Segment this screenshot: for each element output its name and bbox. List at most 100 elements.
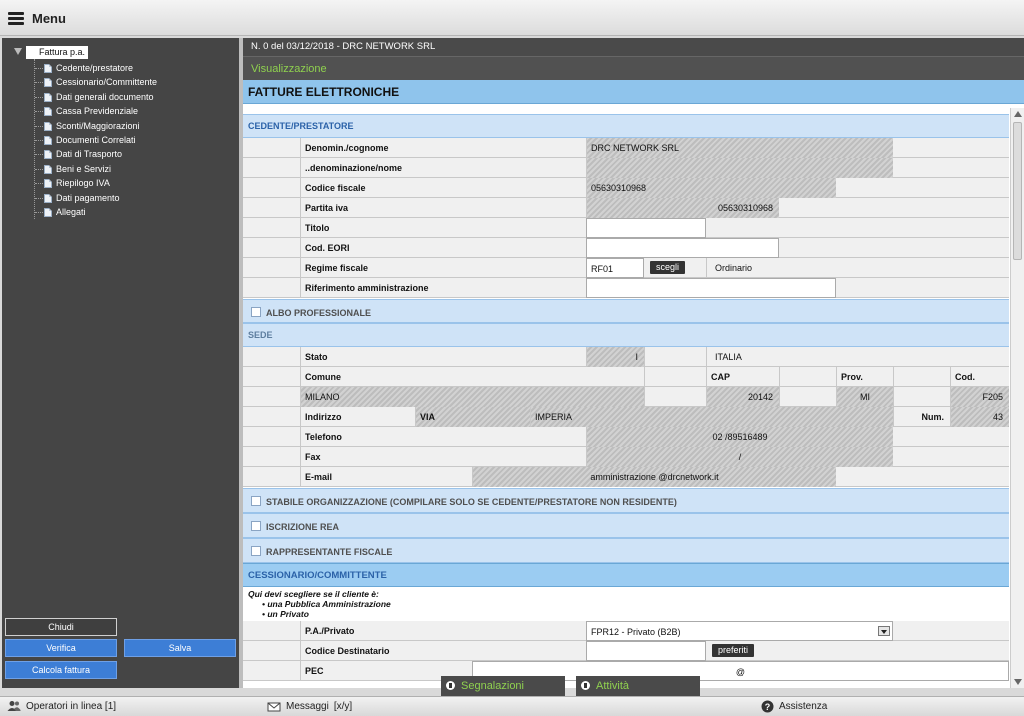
via-name-field[interactable]: IMPERIA (530, 407, 893, 427)
tree-item-cessionario[interactable]: Cessionario/Committente (35, 75, 157, 89)
salva-button[interactable]: Salva (124, 639, 236, 657)
dropdown-arrow-icon[interactable] (878, 626, 890, 636)
telefono-field[interactable]: 02 /89516489 (586, 427, 893, 447)
scroll-thumb[interactable] (1013, 122, 1022, 260)
email-row: E-mail amministrazione @drcnetwork.it (243, 467, 1009, 487)
num-field[interactable]: 43 (950, 407, 1009, 427)
stato-code-field[interactable]: I (586, 347, 644, 367)
rea-label: ISCRIZIONE REA (266, 522, 340, 532)
prov-spacer (893, 367, 950, 387)
titolo-input[interactable] (586, 218, 706, 238)
cedente-section-header: CEDENTE/PRESTATORE (243, 114, 1009, 138)
comune-field[interactable]: MILANO (300, 387, 644, 407)
cod-field[interactable]: F205 (950, 387, 1009, 407)
riferimento-input[interactable] (586, 278, 836, 298)
cedente-section-title: CEDENTE/PRESTATORE (248, 121, 354, 131)
comune-values-row: MILANO 20142 MI F205 (243, 387, 1009, 407)
document-icon (44, 207, 52, 217)
document-icon (44, 150, 52, 160)
codice-fiscale-field[interactable]: 05630310968 (586, 178, 836, 198)
document-icon (44, 78, 52, 88)
fax-label: Fax (300, 447, 586, 467)
stato-name: ITALIA (706, 347, 1006, 367)
num-label: Num. (893, 407, 950, 427)
tree-item-sconti[interactable]: Sconti/Maggiorazioni (35, 119, 157, 133)
segnalazioni-icon (446, 681, 455, 690)
messaggi[interactable]: Messaggi [x/y] (267, 700, 352, 712)
stabile-label: STABILE ORGANIZZAZIONE (COMPILARE SOLO S… (266, 497, 677, 507)
document-title: N. 0 del 03/12/2018 - DRC NETWORK SRL (243, 38, 1024, 56)
calcola-fattura-button[interactable]: Calcola fattura (5, 661, 117, 679)
stabile-section: STABILE ORGANIZZAZIONE (COMPILARE SOLO S… (243, 488, 1009, 513)
verifica-button[interactable]: Verifica (5, 639, 117, 657)
denominazione-field[interactable]: DRC NETWORK SRL (586, 138, 893, 158)
document-icon (44, 135, 52, 145)
attivita-icon (581, 681, 590, 690)
cap-field[interactable]: 20142 (706, 387, 779, 407)
eori-input[interactable] (586, 238, 779, 258)
via-type-field[interactable]: VIA (415, 407, 530, 427)
tree-item-dati-generali[interactable]: Dati generali documento (35, 90, 157, 104)
partita-iva-field[interactable]: 05630310968 (586, 198, 779, 218)
comune-values-spacer (644, 387, 706, 407)
stato-row: Stato I ITALIA (243, 347, 1009, 367)
regime-code-input[interactable]: RF01 (586, 258, 644, 278)
rappresentante-checkbox[interactable] (251, 546, 261, 556)
cap-spacer (779, 367, 836, 387)
messaggi-counter: [x/y] (333, 700, 353, 712)
tree-item-pagamento[interactable]: Dati pagamento (35, 191, 157, 205)
document-icon (44, 107, 52, 117)
rappresentante-label: RAPPRESENTANTE FISCALE (266, 547, 393, 557)
scegli-button[interactable]: scegli (650, 261, 686, 274)
partita-iva-row: Partita iva 05630310968 (243, 198, 1009, 218)
assistenza[interactable]: ? Assistenza (761, 700, 827, 713)
stato-label: Stato (300, 347, 586, 367)
mode-label: Visualizzazione (243, 56, 1024, 80)
codice-destinatario-input[interactable] (586, 641, 706, 661)
preferiti-button[interactable]: preferiti (712, 644, 755, 657)
regime-description: Ordinario (706, 258, 906, 278)
attivita-tab[interactable]: Attività (576, 676, 700, 696)
email-field[interactable]: amministrazione @drcnetwork.it (472, 467, 836, 487)
indirizzo-row: Indirizzo VIA IMPERIA Num. 43 (243, 407, 1009, 427)
segnalazioni-tab[interactable]: Segnalazioni (441, 676, 565, 696)
hamburger-icon (8, 11, 24, 25)
chiudi-button[interactable]: Chiudi (5, 618, 117, 636)
prov-field[interactable]: MI (836, 387, 893, 407)
tree-item-cassa[interactable]: Cassa Previdenziale (35, 104, 157, 118)
tree-item-cedente[interactable]: Cedente/prestatore (35, 61, 157, 75)
tree-item-trasporto[interactable]: Dati di Trasporto (35, 147, 157, 161)
tree-item-beni[interactable]: Beni e Servizi (35, 162, 157, 176)
rea-checkbox[interactable] (251, 521, 261, 531)
operatori-online[interactable]: Operatori in linea [1] (7, 700, 116, 712)
stabile-checkbox[interactable] (251, 496, 261, 506)
sede-section-title: SEDE (248, 330, 273, 340)
users-icon (7, 701, 21, 711)
pa-privato-select[interactable]: FPR12 - Privato (B2B) (586, 621, 893, 641)
tree-root-label[interactable]: Fattura p.a. (26, 46, 89, 59)
scroll-up-arrow-icon[interactable] (1014, 111, 1022, 117)
document-icon (44, 164, 52, 174)
tree-root[interactable]: Fattura p.a. (10, 46, 157, 59)
top-bar: Menu (0, 0, 1024, 36)
nome-field[interactable] (586, 158, 893, 178)
comune-header-row: Comune CAP Prov. Cod. (243, 367, 1009, 387)
document-icon (44, 92, 52, 102)
fax-field[interactable]: / (586, 447, 893, 467)
albo-section: ALBO PROFESSIONALE (243, 299, 1009, 323)
expand-triangle-icon[interactable] (14, 48, 22, 55)
menu-button[interactable]: Menu (8, 9, 66, 27)
tree-item-documenti[interactable]: Documenti Correlati (35, 133, 157, 147)
tree-item-riepilogo[interactable]: Riepilogo IVA (35, 176, 157, 190)
tree-item-allegati[interactable]: Allegati (35, 205, 157, 219)
vertical-scrollbar[interactable] (1010, 108, 1024, 688)
scroll-down-arrow-icon[interactable] (1014, 679, 1022, 685)
cap-values-spacer (779, 387, 836, 407)
form-scroll-area[interactable]: CEDENTE/PRESTATORE Denomin./cognome DRC … (243, 108, 1009, 688)
document-icon (44, 64, 52, 73)
bottom-bar: Operatori in linea [1] Messaggi [x/y] ? … (0, 696, 1024, 716)
albo-label: ALBO PROFESSIONALE (266, 308, 372, 318)
pa-privato-label: P.A./Privato (300, 621, 586, 641)
albo-checkbox[interactable] (251, 307, 261, 317)
document-icon (44, 179, 52, 189)
